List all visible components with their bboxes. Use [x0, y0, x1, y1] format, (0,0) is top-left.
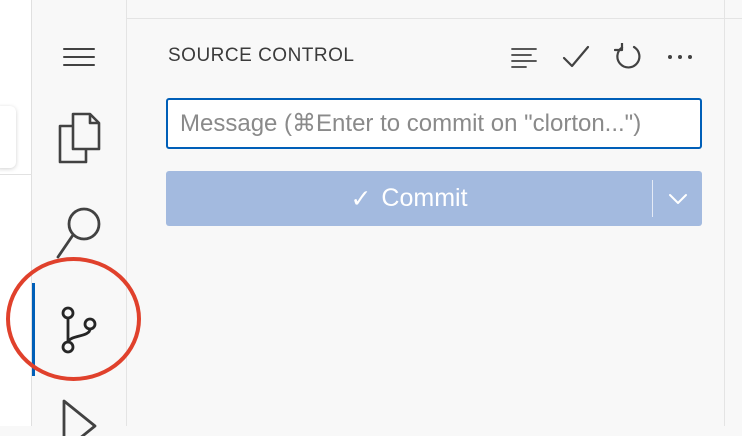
search-icon [56, 207, 101, 259]
activity-search[interactable] [32, 200, 126, 264]
view-as-tree-button[interactable] [502, 39, 546, 75]
activity-explorer[interactable] [32, 108, 126, 168]
list-icon [511, 48, 537, 68]
panel-actions [502, 39, 702, 75]
more-actions-button[interactable] [658, 39, 702, 75]
menu-button[interactable] [32, 34, 126, 80]
chevron-down-icon [668, 193, 687, 204]
right-border [724, 0, 725, 426]
panel-title: SOURCE CONTROL [168, 45, 355, 66]
check-icon: ✓ [350, 184, 372, 213]
explorer-icon [58, 112, 101, 164]
commit-action-button[interactable] [554, 39, 598, 75]
commit-dropdown-button[interactable] [653, 171, 702, 226]
commit-message-input[interactable] [166, 98, 702, 149]
floating-card [0, 106, 16, 168]
commit-button[interactable]: ✓ Commit [166, 171, 702, 226]
commit-button-label: Commit [381, 184, 468, 212]
menu-icon [63, 48, 95, 66]
activity-run-debug[interactable] [32, 396, 126, 436]
strip-divider [0, 174, 32, 175]
highlight-ring-annotation [6, 257, 141, 381]
refresh-icon [614, 43, 641, 69]
source-control-panel: SOURCE CONTROL Message (⌘Enter to commit… [128, 19, 724, 426]
ellipsis-icon [668, 55, 692, 59]
commit-main-action[interactable]: ✓ Commit [166, 171, 652, 226]
check-icon [562, 45, 590, 68]
run-debug-icon [62, 399, 97, 436]
refresh-button[interactable] [606, 39, 650, 75]
